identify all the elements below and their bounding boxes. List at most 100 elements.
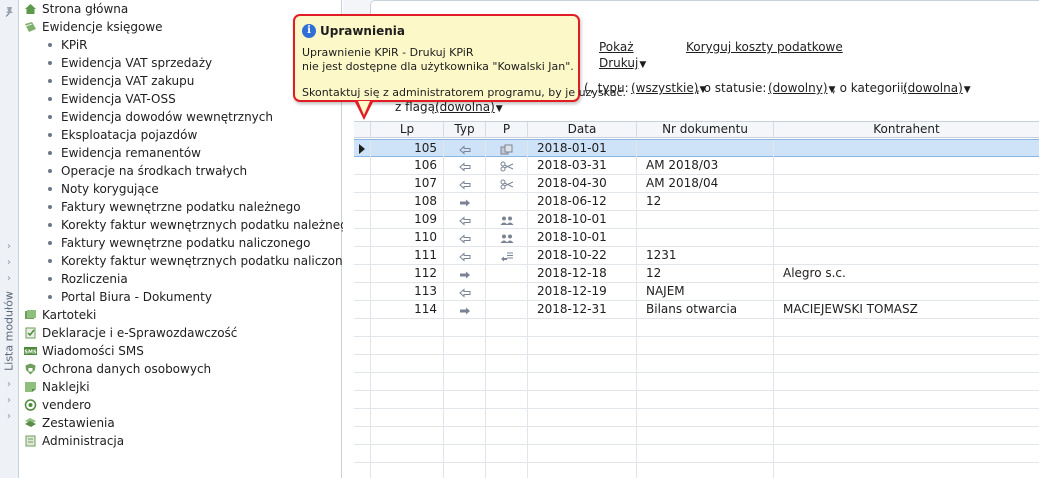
cell-nr: Bilans otwarcia (636, 301, 773, 319)
table-row[interactable]: 114 2018-12-31 Bilans otwarcia MACIEJEWSKI … (354, 301, 1039, 319)
cell-p (485, 283, 527, 301)
report-icon (25, 418, 36, 427)
table-row[interactable]: 112 2018-12-18 12 Alegro s.c. (354, 265, 1039, 283)
table-row[interactable]: 110 2018-10-01 (354, 229, 1039, 247)
empty-cell (773, 445, 1039, 463)
col-header-kontrahent[interactable]: Kontrahent (773, 122, 1039, 138)
filter-category-label: , o kategorii: (832, 81, 908, 95)
nav-item-label: Kartoteki (42, 308, 97, 322)
people-icon (500, 214, 514, 229)
arrow-left-icon (458, 286, 471, 301)
sms-icon: SMS (24, 347, 37, 356)
empty-cell (773, 319, 1039, 337)
empty-row (354, 427, 1039, 445)
cell-data: 2018-03-31 (527, 157, 636, 175)
empty-cell (485, 355, 527, 373)
cell-typ (443, 229, 485, 247)
cell-p (485, 301, 527, 319)
col-header-lp[interactable]: Lp (370, 122, 443, 138)
nav-item-label: Ewidencja remanentów (61, 146, 201, 160)
cell-p (485, 211, 527, 229)
empty-row (354, 337, 1039, 355)
filter-category-dropdown[interactable]: (dowolna)▼ (903, 81, 971, 95)
table-row[interactable]: 106 2018-03-31 AM 2018/03 (354, 157, 1039, 175)
nav-item-label: Faktury wewnętrzne podatku należnego (61, 200, 301, 214)
empty-cell (636, 391, 773, 409)
expand-chevron-icon[interactable]: › (4, 274, 14, 284)
cell-lp: 106 (370, 157, 443, 175)
filter-flag-value: (dowolna) (435, 100, 495, 114)
nav-item-label: Administracja (42, 434, 125, 448)
nav-item-label: Strona główna (42, 2, 129, 16)
cell-kontrahent: MACIEJEWSKI TOMASZ (773, 301, 1039, 319)
col-header-typ[interactable]: Typ (443, 122, 485, 138)
expand-chevron-icon[interactable]: › (4, 380, 14, 390)
expand-chevron-icon[interactable]: › (4, 396, 14, 406)
cell-lp: 105 (370, 140, 443, 158)
print-dropdown[interactable]: Drukuj▼ (599, 56, 646, 70)
empty-row (354, 319, 1039, 337)
expand-chevron-icon[interactable]: › (4, 242, 14, 252)
bullet (48, 241, 52, 245)
table-row[interactable]: 105 2018-01-01 (354, 139, 1039, 158)
col-header-p[interactable]: P (485, 122, 527, 138)
empty-cell (527, 319, 636, 337)
bullet (48, 151, 52, 155)
nav-item-label: Eksploatacja pojazdów (61, 128, 198, 142)
cell-kontrahent (773, 229, 1039, 247)
empty-cell (485, 337, 527, 355)
cell-data: 2018-10-22 (527, 247, 636, 265)
cell-lp: 111 (370, 247, 443, 265)
filter-status-dropdown[interactable]: (dowolny)▼ (768, 81, 835, 95)
cell-p (485, 140, 527, 158)
col-header-data[interactable]: Data (527, 122, 636, 138)
empty-cell (370, 355, 443, 373)
arrow-right-icon (459, 304, 471, 319)
table-row[interactable]: 111 2018-10-22 1231 (354, 247, 1039, 265)
expand-chevron-icon[interactable]: › (4, 258, 14, 268)
svg-text:SMS: SMS (24, 350, 37, 356)
cell-kontrahent (773, 140, 1039, 158)
module-list-label[interactable]: Lista modułów (2, 290, 16, 372)
table-row[interactable]: 109 2018-10-01 (354, 211, 1039, 229)
empty-cell (773, 427, 1039, 445)
cell-typ (443, 283, 485, 301)
empty-cell (636, 409, 773, 427)
nav-item-label: Rozliczenia (61, 272, 128, 286)
nav-item-label: Korekty faktur wewnętrznych podatku nale… (61, 218, 356, 232)
cards-icon (25, 310, 36, 319)
col-header-nr-dokumentu[interactable]: Nr dokumentu (636, 122, 773, 138)
cell-lp: 107 (370, 175, 443, 193)
expand-chevron-icon[interactable]: › (4, 412, 14, 422)
empty-cell (527, 337, 636, 355)
scissors-icon (500, 178, 514, 193)
empty-cell (370, 319, 443, 337)
chevron-down-icon: ▼ (495, 104, 503, 114)
ledger-icon (25, 22, 36, 32)
print-label: Drukuj (599, 56, 639, 70)
table-row[interactable]: 108 2018-06-12 12 (354, 193, 1039, 211)
cell-lp: 114 (370, 301, 443, 319)
module-list-strip[interactable]: › › › Lista modułów › › › (0, 0, 19, 478)
chevron-down-icon: ▼ (963, 85, 971, 95)
table-row[interactable]: 113 2018-12-19 NAJEM (354, 283, 1039, 301)
empty-cell (370, 373, 443, 391)
empty-cell (370, 409, 443, 427)
cell-data: 2018-04-30 (527, 175, 636, 193)
empty-cell (370, 337, 443, 355)
bullet (48, 295, 52, 299)
show-link[interactable]: Pokaż (599, 40, 634, 54)
cell-kontrahent (773, 175, 1039, 193)
empty-cell (636, 373, 773, 391)
nav-item-label: Ewidencje księgowe (42, 20, 163, 34)
empty-cell (485, 409, 527, 427)
cell-nr (636, 140, 773, 158)
table-row[interactable]: 107 2018-04-30 AM 2018/04 (354, 175, 1039, 193)
correct-costs-link[interactable]: Koryguj koszty podatkowe (686, 40, 843, 54)
cell-data: 2018-10-01 (527, 229, 636, 247)
pin-icon[interactable] (4, 6, 15, 17)
vendero-icon (24, 399, 37, 411)
nav-item-label: Zestawienia (42, 416, 115, 430)
filter-flag-dropdown[interactable]: (dowolna)▼ (435, 100, 503, 114)
scissors-icon (500, 160, 514, 175)
